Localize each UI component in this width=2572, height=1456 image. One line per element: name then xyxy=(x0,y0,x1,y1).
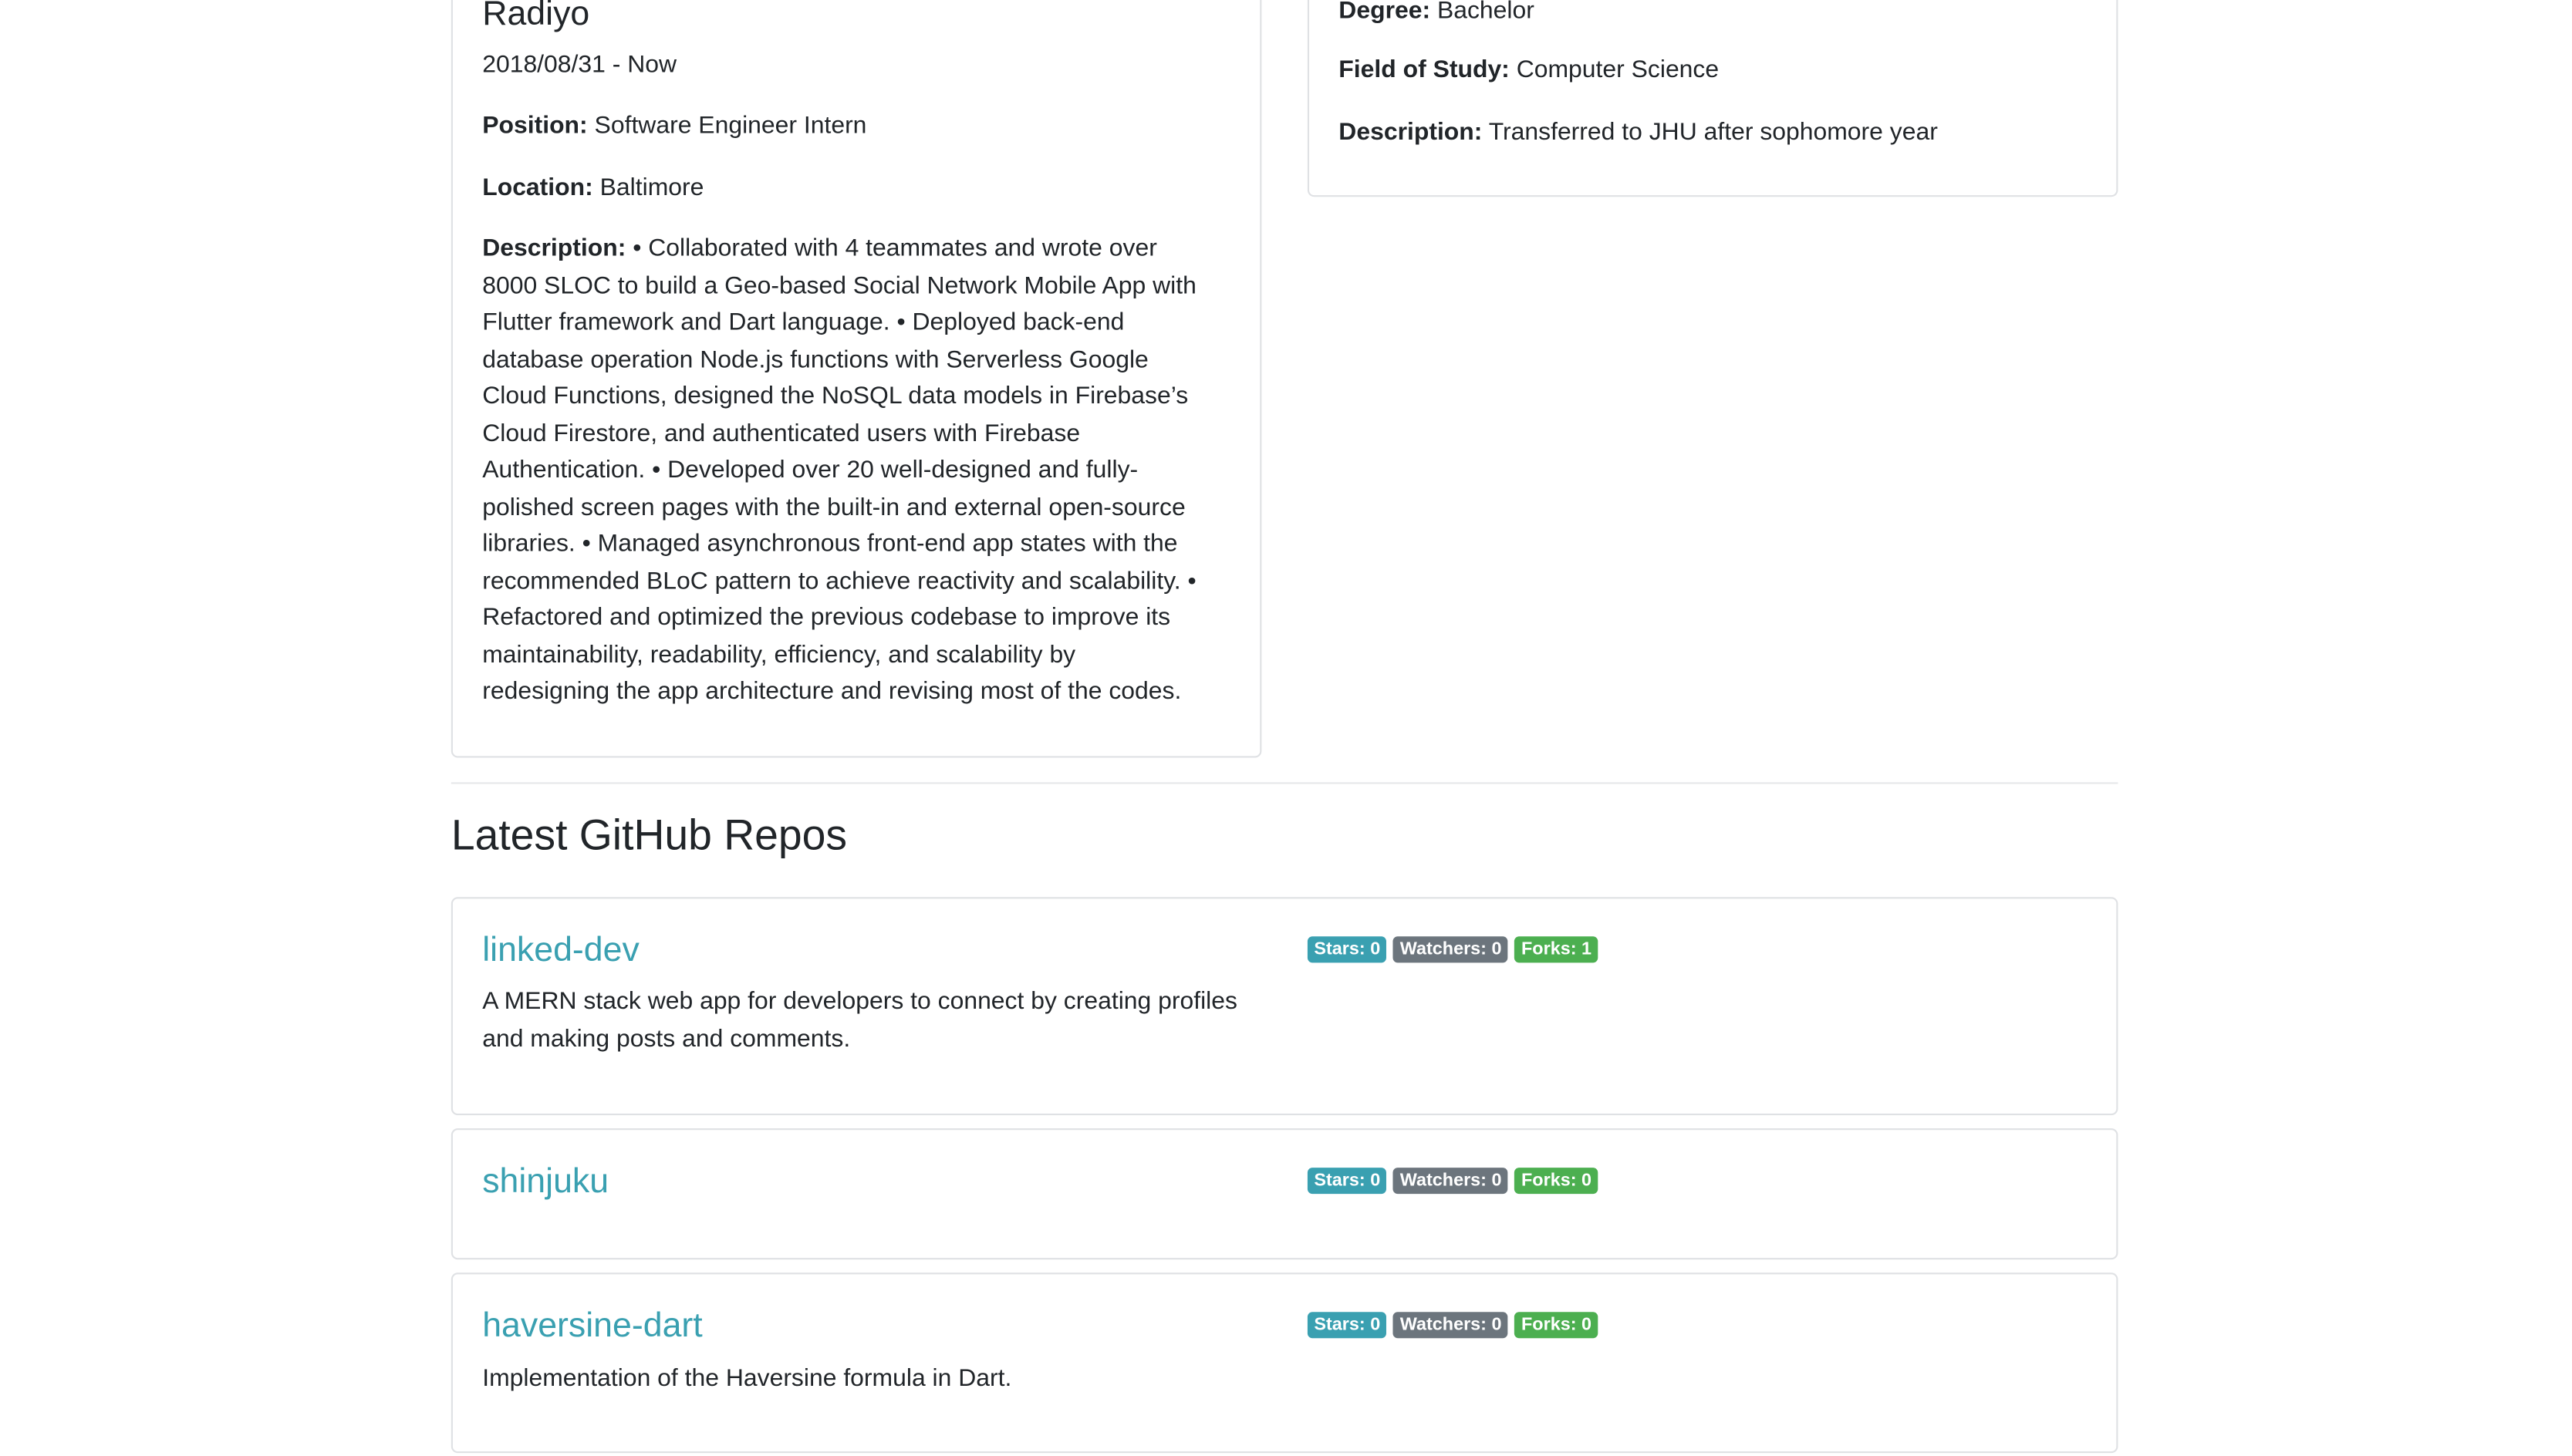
description-line: maintainability, readability, efficiency… xyxy=(482,640,1076,669)
description-line: Description: • Collaborated with 4 teamm… xyxy=(482,234,1157,263)
description-line: recommended BLoC pattern to achieve reac… xyxy=(482,566,1197,595)
description-line: 8000 SLOC to build a Geo-based Social Ne… xyxy=(482,271,1197,300)
section-divider xyxy=(451,782,2118,784)
field-label: Field of Study: xyxy=(1338,56,1510,84)
experience-company: Radiyo xyxy=(482,0,590,33)
forks-badge[interactable]: Forks: 0 xyxy=(1514,1312,1598,1339)
description-line: libraries. • Managed asynchronous front-… xyxy=(482,529,1178,558)
watchers-badge[interactable]: Watchers: 0 xyxy=(1393,1168,1509,1195)
description-line: Refactored and optimized the previous co… xyxy=(482,603,1171,632)
degree-label: Degree: xyxy=(1338,0,1431,25)
description-line: polished screen pages with the built-in … xyxy=(482,493,1186,521)
stars-badge[interactable]: Stars: 0 xyxy=(1307,1312,1387,1339)
education-degree: Degree: Bachelor xyxy=(1338,0,1534,30)
position-value: Software Engineer Intern xyxy=(594,111,867,140)
education-field: Field of Study: Computer Science xyxy=(1338,52,1719,89)
experience-dates: 2018/08/31 - Now xyxy=(482,50,677,79)
experience-position: Position: Software Engineer Intern xyxy=(482,108,866,145)
stars-badge[interactable]: Stars: 0 xyxy=(1307,936,1387,963)
education-description-label: Description: xyxy=(1338,118,1483,147)
position-label: Position: xyxy=(482,111,588,140)
location-value: Baltimore xyxy=(599,174,704,202)
forks-badge[interactable]: Forks: 0 xyxy=(1514,1168,1598,1195)
repo-name-link[interactable]: shinjuku xyxy=(482,1160,609,1206)
description-label: Description: xyxy=(482,234,626,263)
repo-badges: Stars: 0 Watchers: 0 Forks: 1 xyxy=(1307,936,1598,963)
education-description: Description: Transferred to JHU after so… xyxy=(1338,115,1938,152)
watchers-badge[interactable]: Watchers: 0 xyxy=(1393,1312,1509,1339)
repo-description-line: Implementation of the Haversine formula … xyxy=(482,1364,1012,1393)
forks-badge[interactable]: Forks: 1 xyxy=(1514,936,1598,963)
experience-description: Description: • Collaborated with 4 teamm… xyxy=(482,231,1237,711)
watchers-badge[interactable]: Watchers: 0 xyxy=(1393,936,1509,963)
repo-description-line: A MERN stack web app for developers to c… xyxy=(482,987,1237,1016)
repo-badges: Stars: 0 Watchers: 0 Forks: 0 xyxy=(1307,1168,1598,1195)
field-value: Computer Science xyxy=(1516,56,1720,84)
repo-name-link[interactable]: haversine-dart xyxy=(482,1304,702,1350)
repo-name-link[interactable]: linked-dev xyxy=(482,929,640,975)
description-line: database operation Node.js functions wit… xyxy=(482,345,1149,373)
description-line: Cloud Firestore, and authenticated users… xyxy=(482,419,1081,447)
stars-badge[interactable]: Stars: 0 xyxy=(1307,1168,1387,1195)
repo-card xyxy=(451,1128,2118,1260)
repo-badges: Stars: 0 Watchers: 0 Forks: 0 xyxy=(1307,1312,1598,1339)
experience-location: Location: Baltimore xyxy=(482,170,704,207)
education-description-value: Transferred to JHU after sophomore year xyxy=(1488,118,1938,147)
description-line: Flutter framework and Dart language. • D… xyxy=(482,308,1125,336)
degree-value: Bachelor xyxy=(1436,0,1534,25)
repos-section-title: Latest GitHub Repos xyxy=(451,810,848,860)
profile-page: Radiyo 2018/08/31 - Now Position: Softwa… xyxy=(0,0,2543,1456)
description-line: Authentication. • Developed over 20 well… xyxy=(482,456,1139,484)
location-label: Location: xyxy=(482,174,593,202)
description-line: Cloud Functions, designed the NoSQL data… xyxy=(482,382,1189,410)
description-line: redesigning the app architecture and rev… xyxy=(482,677,1182,706)
repo-description-line: and making posts and comments. xyxy=(482,1025,851,1053)
